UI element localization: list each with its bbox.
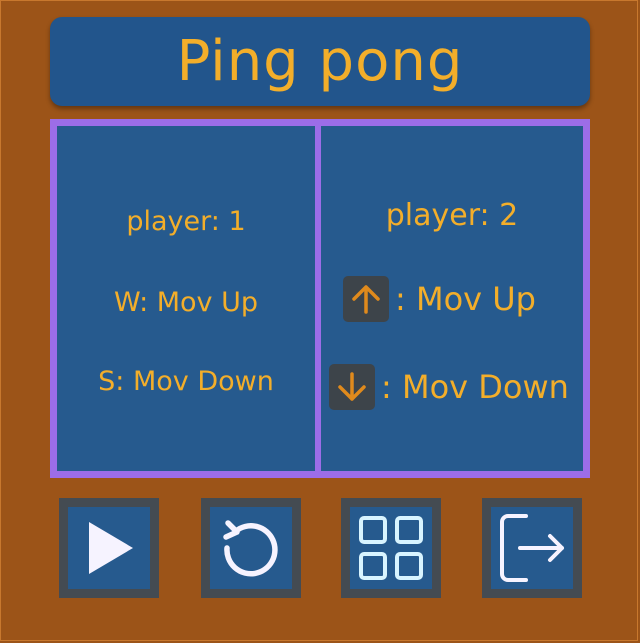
title-banner: Ping pong [50,17,590,106]
exit-button[interactable] [482,498,582,598]
player-1-up-control: W: Mov Up [113,287,259,318]
arrow-up-key [343,276,389,322]
player-2-down-control: : Mov Down [329,364,569,410]
play-button[interactable] [59,498,159,598]
play-icon [89,522,133,574]
arrow-up-icon [352,285,380,314]
player-2-label: player: 2 [385,198,519,233]
restart-button[interactable] [201,498,301,598]
arrow-down-icon [338,372,366,401]
player-1-down-control: S: Mov Down [98,366,274,397]
player-2-up-control: : Mov Up [343,276,536,322]
player-1-controls: player: 1 W: Mov Up S: Mov Down [57,126,315,471]
play-button-face[interactable] [68,507,150,589]
restart-icon [223,520,278,577]
exit-button-face[interactable] [491,507,573,589]
exit-icon [500,514,564,582]
player-1-label: player: 1 [126,206,246,237]
arrow-down-key [329,364,375,410]
menu-button-face[interactable] [350,507,432,589]
player-2-up-label: : Mov Up [395,280,536,318]
controls-panel: player: 1 W: Mov Up S: Mov Down player: … [50,119,590,478]
player-2-down-label: : Mov Down [381,368,569,406]
menu-button[interactable] [341,498,441,598]
grid-icon [359,516,423,580]
player-2-controls: player: 2 : Mov Up : Mov Down [321,126,583,471]
game-title: Ping pong [176,29,464,94]
restart-button-face[interactable] [210,507,292,589]
